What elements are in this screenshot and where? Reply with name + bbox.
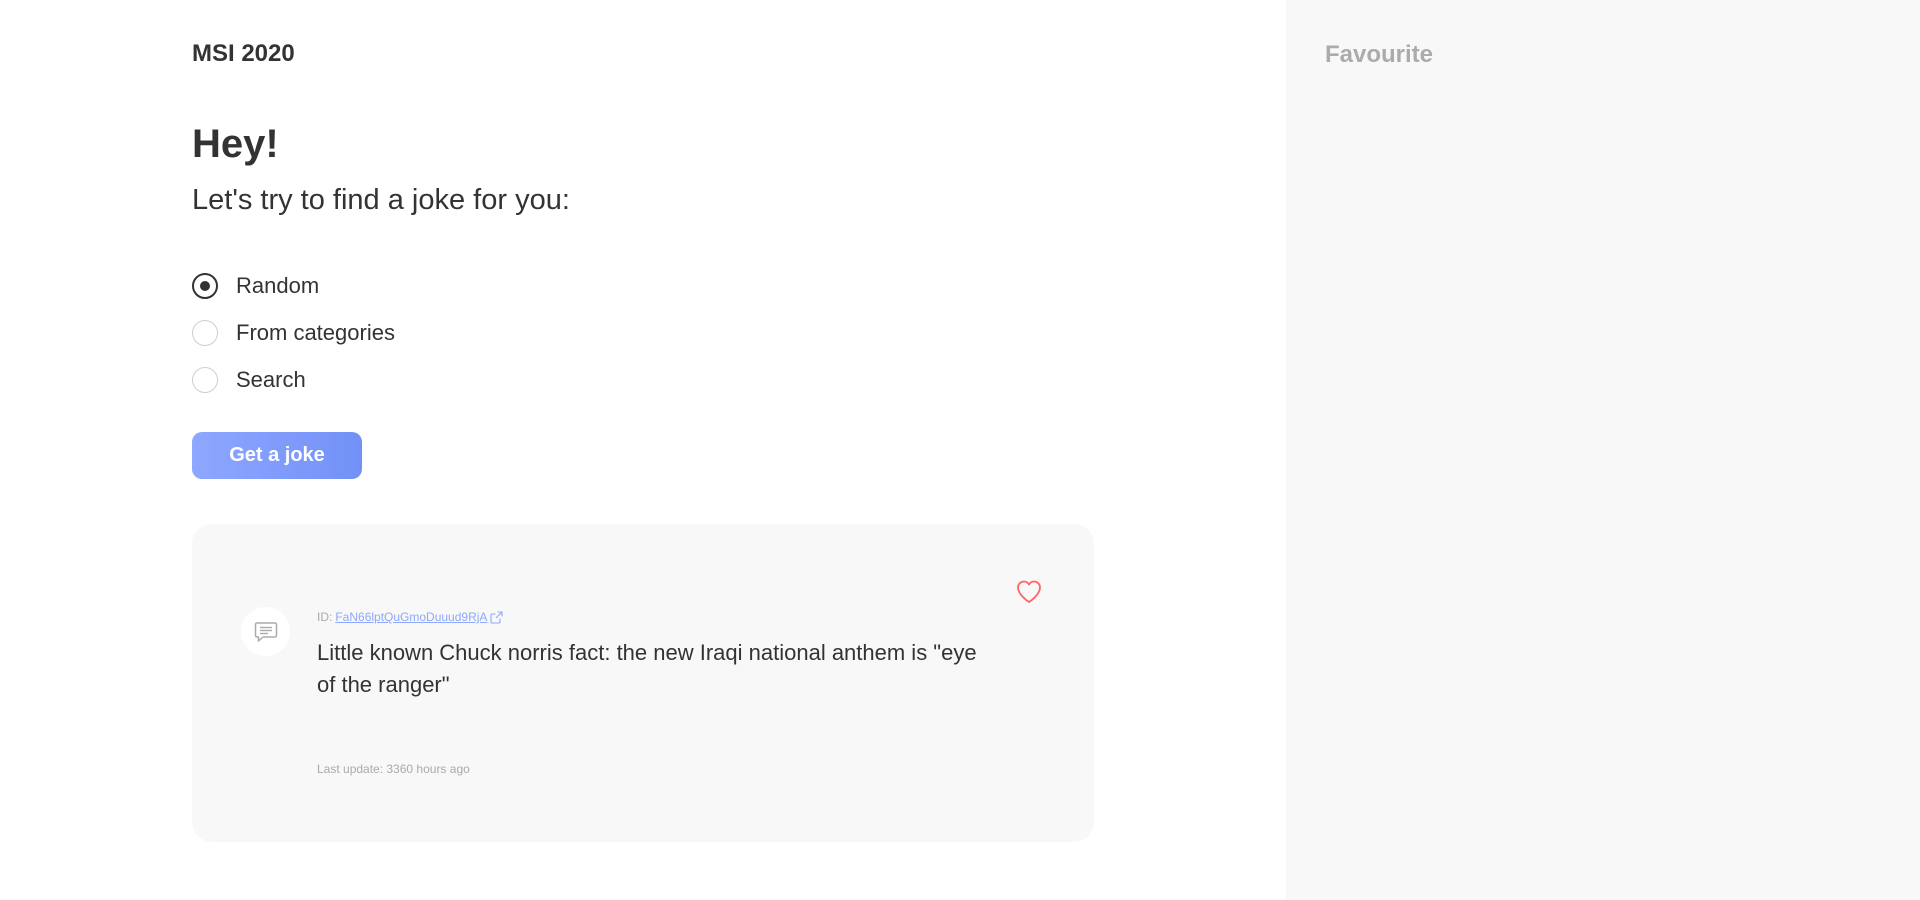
external-link-icon[interactable] bbox=[490, 610, 503, 624]
joke-last-update: Last update: 3360 hours ago bbox=[317, 762, 470, 776]
favourite-sidebar: Favourite bbox=[1286, 0, 1920, 900]
joke-card: ID: FaN66lptQuGmoDuuud9RjA Little known … bbox=[192, 524, 1094, 842]
radio-random[interactable] bbox=[192, 273, 218, 299]
option-from-categories[interactable]: From categories bbox=[192, 319, 395, 347]
get-joke-button[interactable]: Get a joke bbox=[192, 432, 362, 479]
page-subtitle: Let's try to find a joke for you: bbox=[192, 184, 570, 216]
greeting-heading: Hey! bbox=[192, 122, 279, 166]
sidebar-title: Favourite bbox=[1325, 41, 1434, 68]
joke-id-link[interactable]: FaN66lptQuGmoDuuud9RjA bbox=[335, 610, 487, 624]
joke-id-prefix: ID: bbox=[317, 610, 333, 624]
option-label-from-categories: From categories bbox=[236, 320, 395, 345]
message-icon bbox=[241, 607, 290, 656]
option-label-search: Search bbox=[236, 367, 306, 392]
heart-icon[interactable] bbox=[1014, 577, 1044, 607]
brand-logo[interactable]: MSI 2020 bbox=[192, 40, 295, 68]
joke-text: Little known Chuck norris fact: the new … bbox=[317, 640, 977, 697]
page: MSI 2020 Hey! Let's try to find a joke f… bbox=[0, 0, 1920, 900]
option-label-random: Random bbox=[236, 273, 320, 298]
radio-from-categories[interactable] bbox=[192, 320, 218, 346]
radio-search[interactable] bbox=[192, 367, 218, 393]
joke-meta: ID: FaN66lptQuGmoDuuud9RjA bbox=[317, 610, 503, 624]
option-search[interactable]: Search bbox=[192, 366, 395, 394]
joke-source-options: Random From categories Search bbox=[192, 272, 395, 413]
main-panel: MSI 2020 Hey! Let's try to find a joke f… bbox=[0, 0, 1286, 900]
option-random[interactable]: Random bbox=[192, 272, 395, 300]
